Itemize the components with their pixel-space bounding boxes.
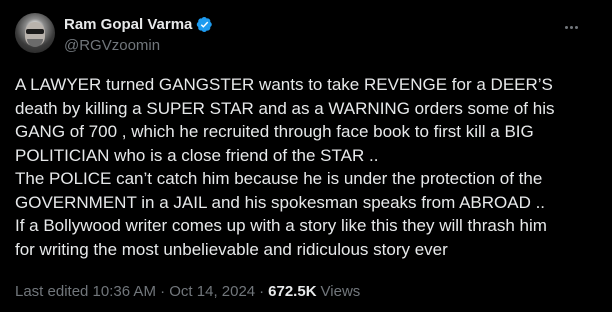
- author-display-name[interactable]: Ram Gopal Varma: [64, 16, 192, 33]
- tweet-card: Ram Gopal Varma @RGVzoomin A LAWYER turn…: [0, 0, 612, 312]
- views-count[interactable]: 672.5K: [268, 283, 316, 300]
- more-options-icon[interactable]: [558, 16, 584, 38]
- more-dot: [569, 25, 573, 29]
- tweet-text-line: If a Bollywood writer comes up with a st…: [15, 216, 547, 235]
- avatar-glasses: [26, 29, 44, 34]
- tweet-text-line: GANG of 700 , which he recruited through…: [15, 122, 534, 141]
- author-handle[interactable]: @RGVzoomin: [64, 37, 160, 54]
- tweet-text-line: A LAWYER turned GANGSTER wants to take R…: [15, 75, 553, 94]
- tweet-text-line: The POLICE can’t catch him because he is…: [15, 169, 543, 188]
- author-name-row: Ram Gopal Varma: [64, 14, 213, 34]
- edited-timestamp[interactable]: Last edited 10:36 AM · Oct 14, 2024: [15, 283, 255, 300]
- tweet-text-line: for writing the most unbelievable and ri…: [15, 239, 448, 259]
- tweet-text-line: death by killing a SUPER STAR and as a W…: [15, 98, 555, 118]
- views-label: Views: [320, 283, 361, 300]
- tweet-text: A LAWYER turned GANGSTER wants to take R…: [15, 73, 595, 261]
- verified-badge-icon[interactable]: [196, 16, 213, 33]
- more-dot: [574, 25, 578, 29]
- avatar-beard: [27, 39, 43, 47]
- more-dot: [564, 25, 568, 29]
- tweet-meta: Last edited 10:36 AM · Oct 14, 2024 · 67…: [15, 283, 360, 300]
- avatar[interactable]: [15, 13, 55, 53]
- tweet-text-line: POLITICIAN who is a close friend of the …: [15, 145, 379, 165]
- tweet-text-line: GOVERNMENT in a JAIL and his spokesman s…: [15, 192, 546, 212]
- meta-separator: ·: [259, 283, 265, 300]
